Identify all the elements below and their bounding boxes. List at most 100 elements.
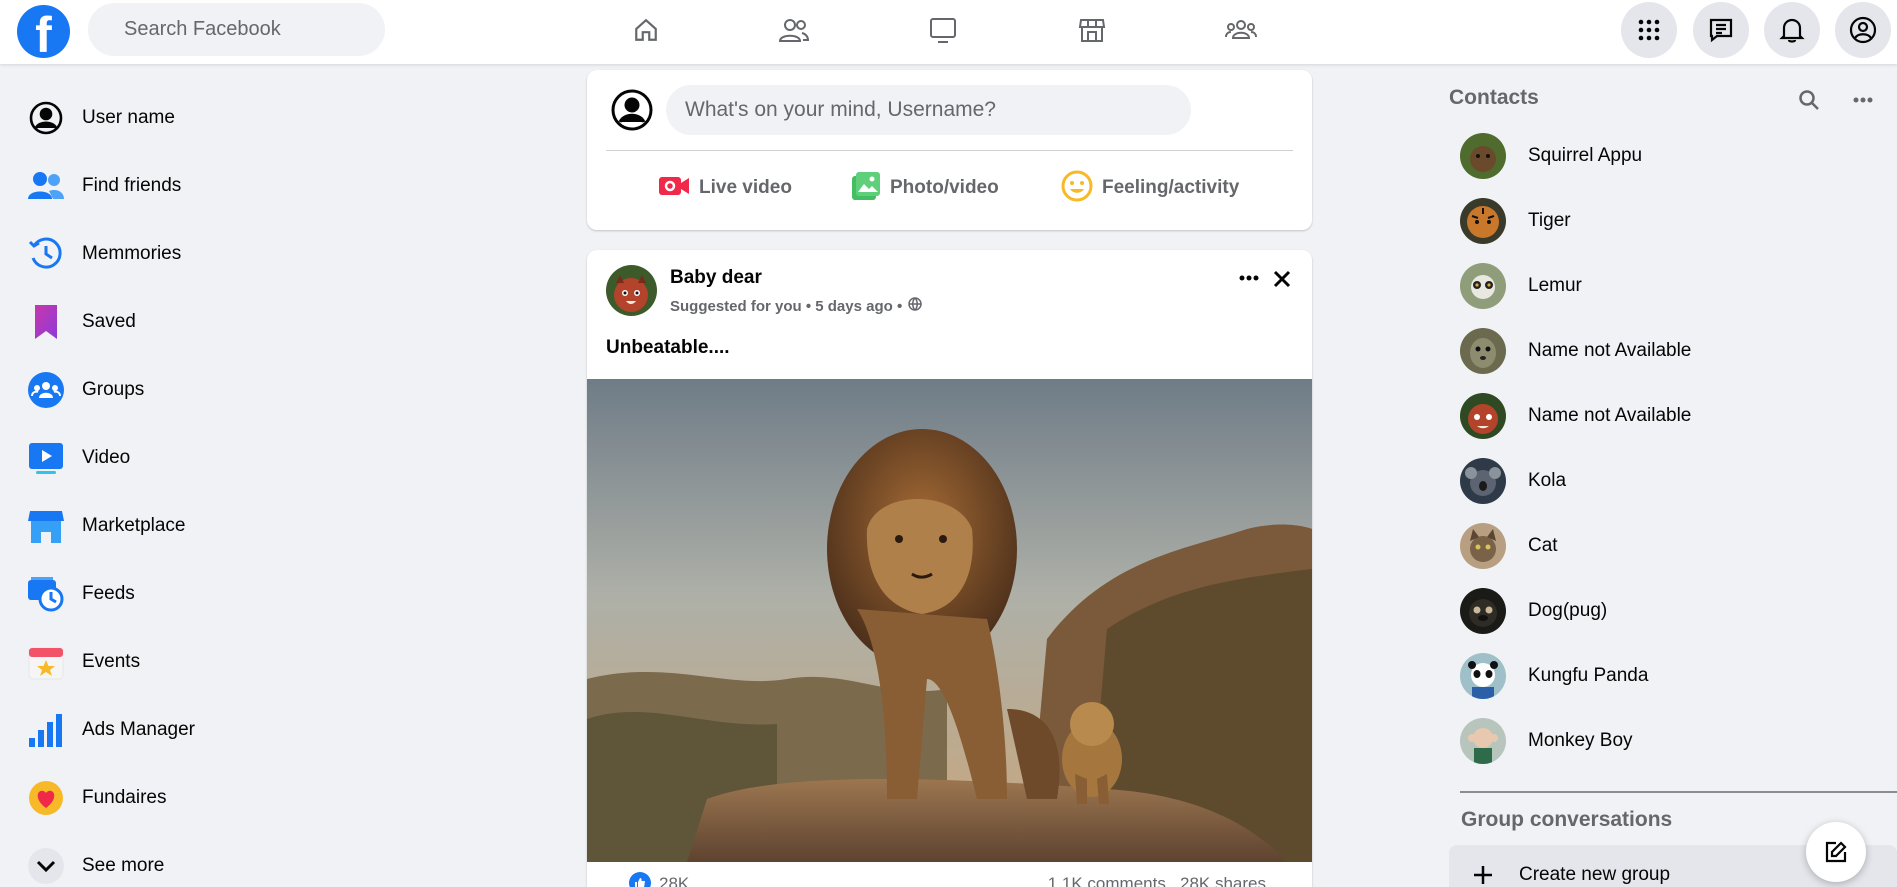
friends-icon [26, 166, 66, 206]
post-photo[interactable] [587, 379, 1312, 862]
contacts-options-icon[interactable] [1848, 86, 1878, 114]
feeling-icon [1061, 170, 1093, 207]
sidebar-item-label: Fundaires [82, 787, 167, 808]
live-video-icon [658, 174, 690, 203]
contact-name: Kola [1528, 470, 1567, 491]
contact-avatar [1460, 198, 1506, 244]
contact-name: Monkey Boy [1528, 730, 1633, 751]
user-avatar-icon[interactable] [610, 88, 654, 132]
contacts-title: Contacts [1449, 86, 1539, 109]
sidebar-item-user-name[interactable]: User name [26, 92, 286, 144]
group-conversations-title: Group conversations [1461, 808, 1673, 831]
groups-nav-icon[interactable] [1223, 12, 1259, 48]
post-meta-text: Suggested for you • 5 days ago • [670, 297, 903, 315]
contact-item[interactable]: Monkey Boy [1460, 713, 1880, 769]
sidebar-item-label: Saved [82, 311, 136, 332]
feeling-activity-button[interactable]: Feeling/activity [1061, 170, 1239, 206]
sidebar-item-feeds[interactable]: Feeds [26, 568, 286, 620]
live-video-button[interactable]: Live video [658, 170, 792, 206]
post-options-icon[interactable] [1235, 264, 1263, 292]
contact-avatar [1460, 523, 1506, 569]
menu-grid-icon[interactable] [1621, 2, 1677, 58]
marketplace-nav-icon[interactable] [1074, 12, 1110, 48]
create-new-group-label: Create new group [1519, 864, 1671, 885]
whats-on-your-mind-input[interactable] [666, 85, 1191, 135]
contact-item[interactable]: Cat [1460, 518, 1880, 574]
sidebar-item-see-more[interactable]: See more [26, 840, 286, 887]
comments-shares-count[interactable]: 1.1K comments 28K shares [1048, 874, 1266, 887]
avatar-fill [1470, 536, 1496, 562]
sidebar-item-events[interactable]: Events [26, 636, 286, 688]
events-icon [26, 642, 66, 682]
contact-item[interactable]: Kola [1460, 453, 1880, 509]
feed-post: Baby dear Suggested for you • 5 days ago… [587, 250, 1312, 887]
sidebar-item-groups[interactable]: Groups [26, 364, 286, 416]
new-message-icon[interactable] [1806, 822, 1866, 882]
contact-name: Tiger [1528, 210, 1571, 231]
sidebar-item-fundraisers[interactable]: Fundaires [26, 772, 286, 824]
post-text: Unbeatable.... [606, 337, 730, 358]
live-video-label: Live video [699, 177, 792, 198]
contact-name: Squirrel Appu [1528, 145, 1643, 166]
contact-name: Name not Available [1528, 405, 1692, 426]
ads-manager-icon [26, 710, 66, 750]
video-icon [26, 438, 66, 478]
profile-icon [26, 98, 66, 138]
notifications-icon[interactable] [1764, 2, 1820, 58]
fundraisers-icon [26, 778, 66, 818]
contact-avatar [1460, 133, 1506, 179]
sidebar-item-find-friends[interactable]: Find friends [26, 160, 286, 212]
post-stats: 28K 1.1K comments 28K shares [587, 872, 1312, 887]
photo-video-button[interactable]: Photo/video [851, 170, 999, 206]
sidebar-item-label: Memmories [82, 243, 182, 264]
saved-icon [26, 302, 66, 342]
post-author-name[interactable]: Baby dear [670, 267, 762, 289]
facebook-logo[interactable]: f [17, 5, 70, 58]
contact-name: Dog(pug) [1528, 600, 1608, 621]
feeling-activity-label: Feeling/activity [1102, 177, 1240, 198]
sidebar-item-label: Groups [82, 379, 145, 400]
reaction-count[interactable]: 28K [659, 874, 689, 887]
sidebar-item-label: Marketplace [82, 515, 186, 536]
contact-item[interactable]: Tiger [1460, 193, 1880, 249]
contact-item[interactable]: Squirrel Appu [1460, 128, 1880, 184]
contact-item[interactable]: Dog(pug) [1460, 583, 1880, 639]
top-navigation-bar: f [0, 0, 1897, 64]
contact-avatar [1460, 718, 1506, 764]
contact-item[interactable]: Name not Available [1460, 388, 1880, 444]
avatar-fill [1468, 404, 1498, 434]
contact-name: Cat [1528, 535, 1558, 556]
sidebar-item-memories[interactable]: Memmories [26, 228, 286, 280]
sidebar-item-ads-manager[interactable]: Ads Manager [26, 704, 286, 756]
like-reaction-icon[interactable] [629, 872, 651, 887]
messenger-icon[interactable] [1693, 2, 1749, 58]
search-input[interactable] [88, 3, 385, 56]
sidebar-item-marketplace[interactable]: Marketplace [26, 500, 286, 552]
search-icon[interactable] [1795, 86, 1823, 114]
contact-item[interactable]: Name not Available [1460, 323, 1880, 379]
avatar-fill [1469, 599, 1497, 627]
contact-avatar [1460, 393, 1506, 439]
contact-avatar [1460, 328, 1506, 374]
sidebar-item-saved[interactable]: Saved [26, 296, 286, 348]
avatar-fill [1470, 338, 1496, 368]
marketplace-icon [26, 506, 66, 546]
chevron-down-icon [26, 846, 66, 886]
sidebar-item-label: Events [82, 651, 141, 672]
post-author-avatar[interactable] [606, 265, 657, 316]
memories-icon [26, 234, 66, 274]
home-icon[interactable] [628, 12, 664, 48]
close-icon[interactable] [1267, 264, 1297, 294]
sidebar-item-label: User name [82, 107, 175, 128]
plus-icon [1465, 857, 1501, 887]
post-composer: Live video Photo/video Feeling/activity [587, 70, 1312, 230]
contact-item[interactable]: Lemur [1460, 258, 1880, 314]
sidebar-item-video[interactable]: Video [26, 432, 286, 484]
contact-avatar [1460, 588, 1506, 634]
account-icon[interactable] [1835, 2, 1891, 58]
watch-icon[interactable] [925, 12, 961, 48]
sidebar-item-label: See more [82, 855, 165, 876]
contact-name: Kungfu Panda [1528, 665, 1649, 686]
contact-item[interactable]: Kungfu Panda [1460, 648, 1880, 704]
friends-nav-icon[interactable] [776, 12, 812, 48]
